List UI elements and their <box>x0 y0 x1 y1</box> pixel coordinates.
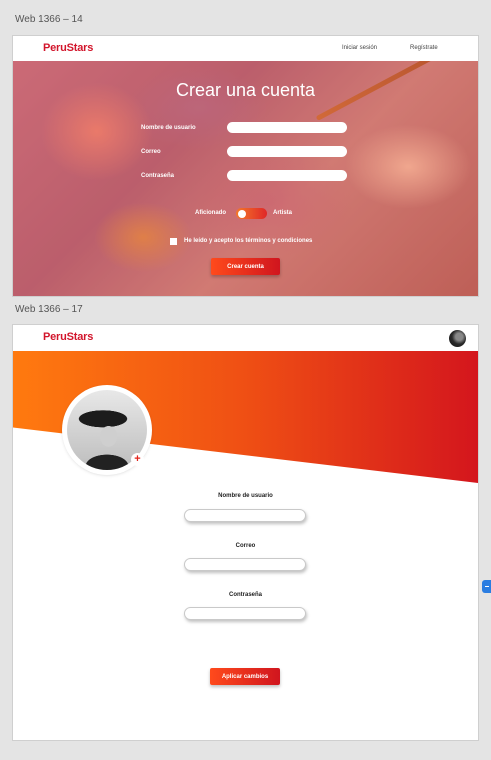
panel-handle-icon[interactable] <box>482 580 491 593</box>
password-label: Contraseña <box>141 173 175 179</box>
toggle-label-fan: Aficionado <box>195 210 226 216</box>
username-label: Nombre de usuario <box>218 493 273 499</box>
top-nav: PeruStars <box>13 325 478 350</box>
username-input[interactable] <box>227 122 347 133</box>
hero-background: Crear una cuenta Nombre de usuario Corre… <box>13 61 478 296</box>
top-nav: PeruStars Iniciar sesión Regístrate <box>13 36 478 61</box>
password-input[interactable] <box>184 607 306 620</box>
email-label: Correo <box>141 149 161 155</box>
username-input[interactable] <box>184 509 306 522</box>
toggle-knob <box>238 209 246 218</box>
login-link[interactable]: Iniciar sesión <box>342 45 377 51</box>
password-input[interactable] <box>227 170 347 181</box>
email-input[interactable] <box>227 146 347 157</box>
email-label: Correo <box>235 543 256 549</box>
toggle-label-artist: Artista <box>273 210 293 216</box>
logo[interactable]: PeruStars <box>43 42 93 54</box>
email-input[interactable] <box>184 558 306 571</box>
register-link[interactable]: Regístrate <box>410 45 438 51</box>
avatar-icon[interactable] <box>449 330 466 347</box>
logo[interactable]: PeruStars <box>43 331 93 343</box>
artboard-label-profile: Web 1366 – 17 <box>15 304 83 315</box>
apply-changes-button[interactable]: Aplicar cambios <box>210 668 280 685</box>
page-title: Crear una cuenta <box>175 80 316 100</box>
create-account-button[interactable]: Crear cuenta <box>211 258 280 275</box>
artboard-label-signup: Web 1366 – 14 <box>15 14 83 25</box>
role-toggle[interactable] <box>236 208 267 219</box>
terms-checkbox[interactable] <box>170 238 177 245</box>
terms-label: He leído y acepto los términos y condici… <box>184 238 313 244</box>
artboard-signup[interactable]: PeruStars Iniciar sesión Regístrate Crea… <box>13 36 478 296</box>
artboard-profile[interactable]: PeruStars + Nombre de usuario Correo Con… <box>13 325 478 740</box>
plus-icon[interactable]: + <box>131 453 144 466</box>
password-label: Contraseña <box>228 592 262 598</box>
username-label: Nombre de usuario <box>141 125 196 131</box>
